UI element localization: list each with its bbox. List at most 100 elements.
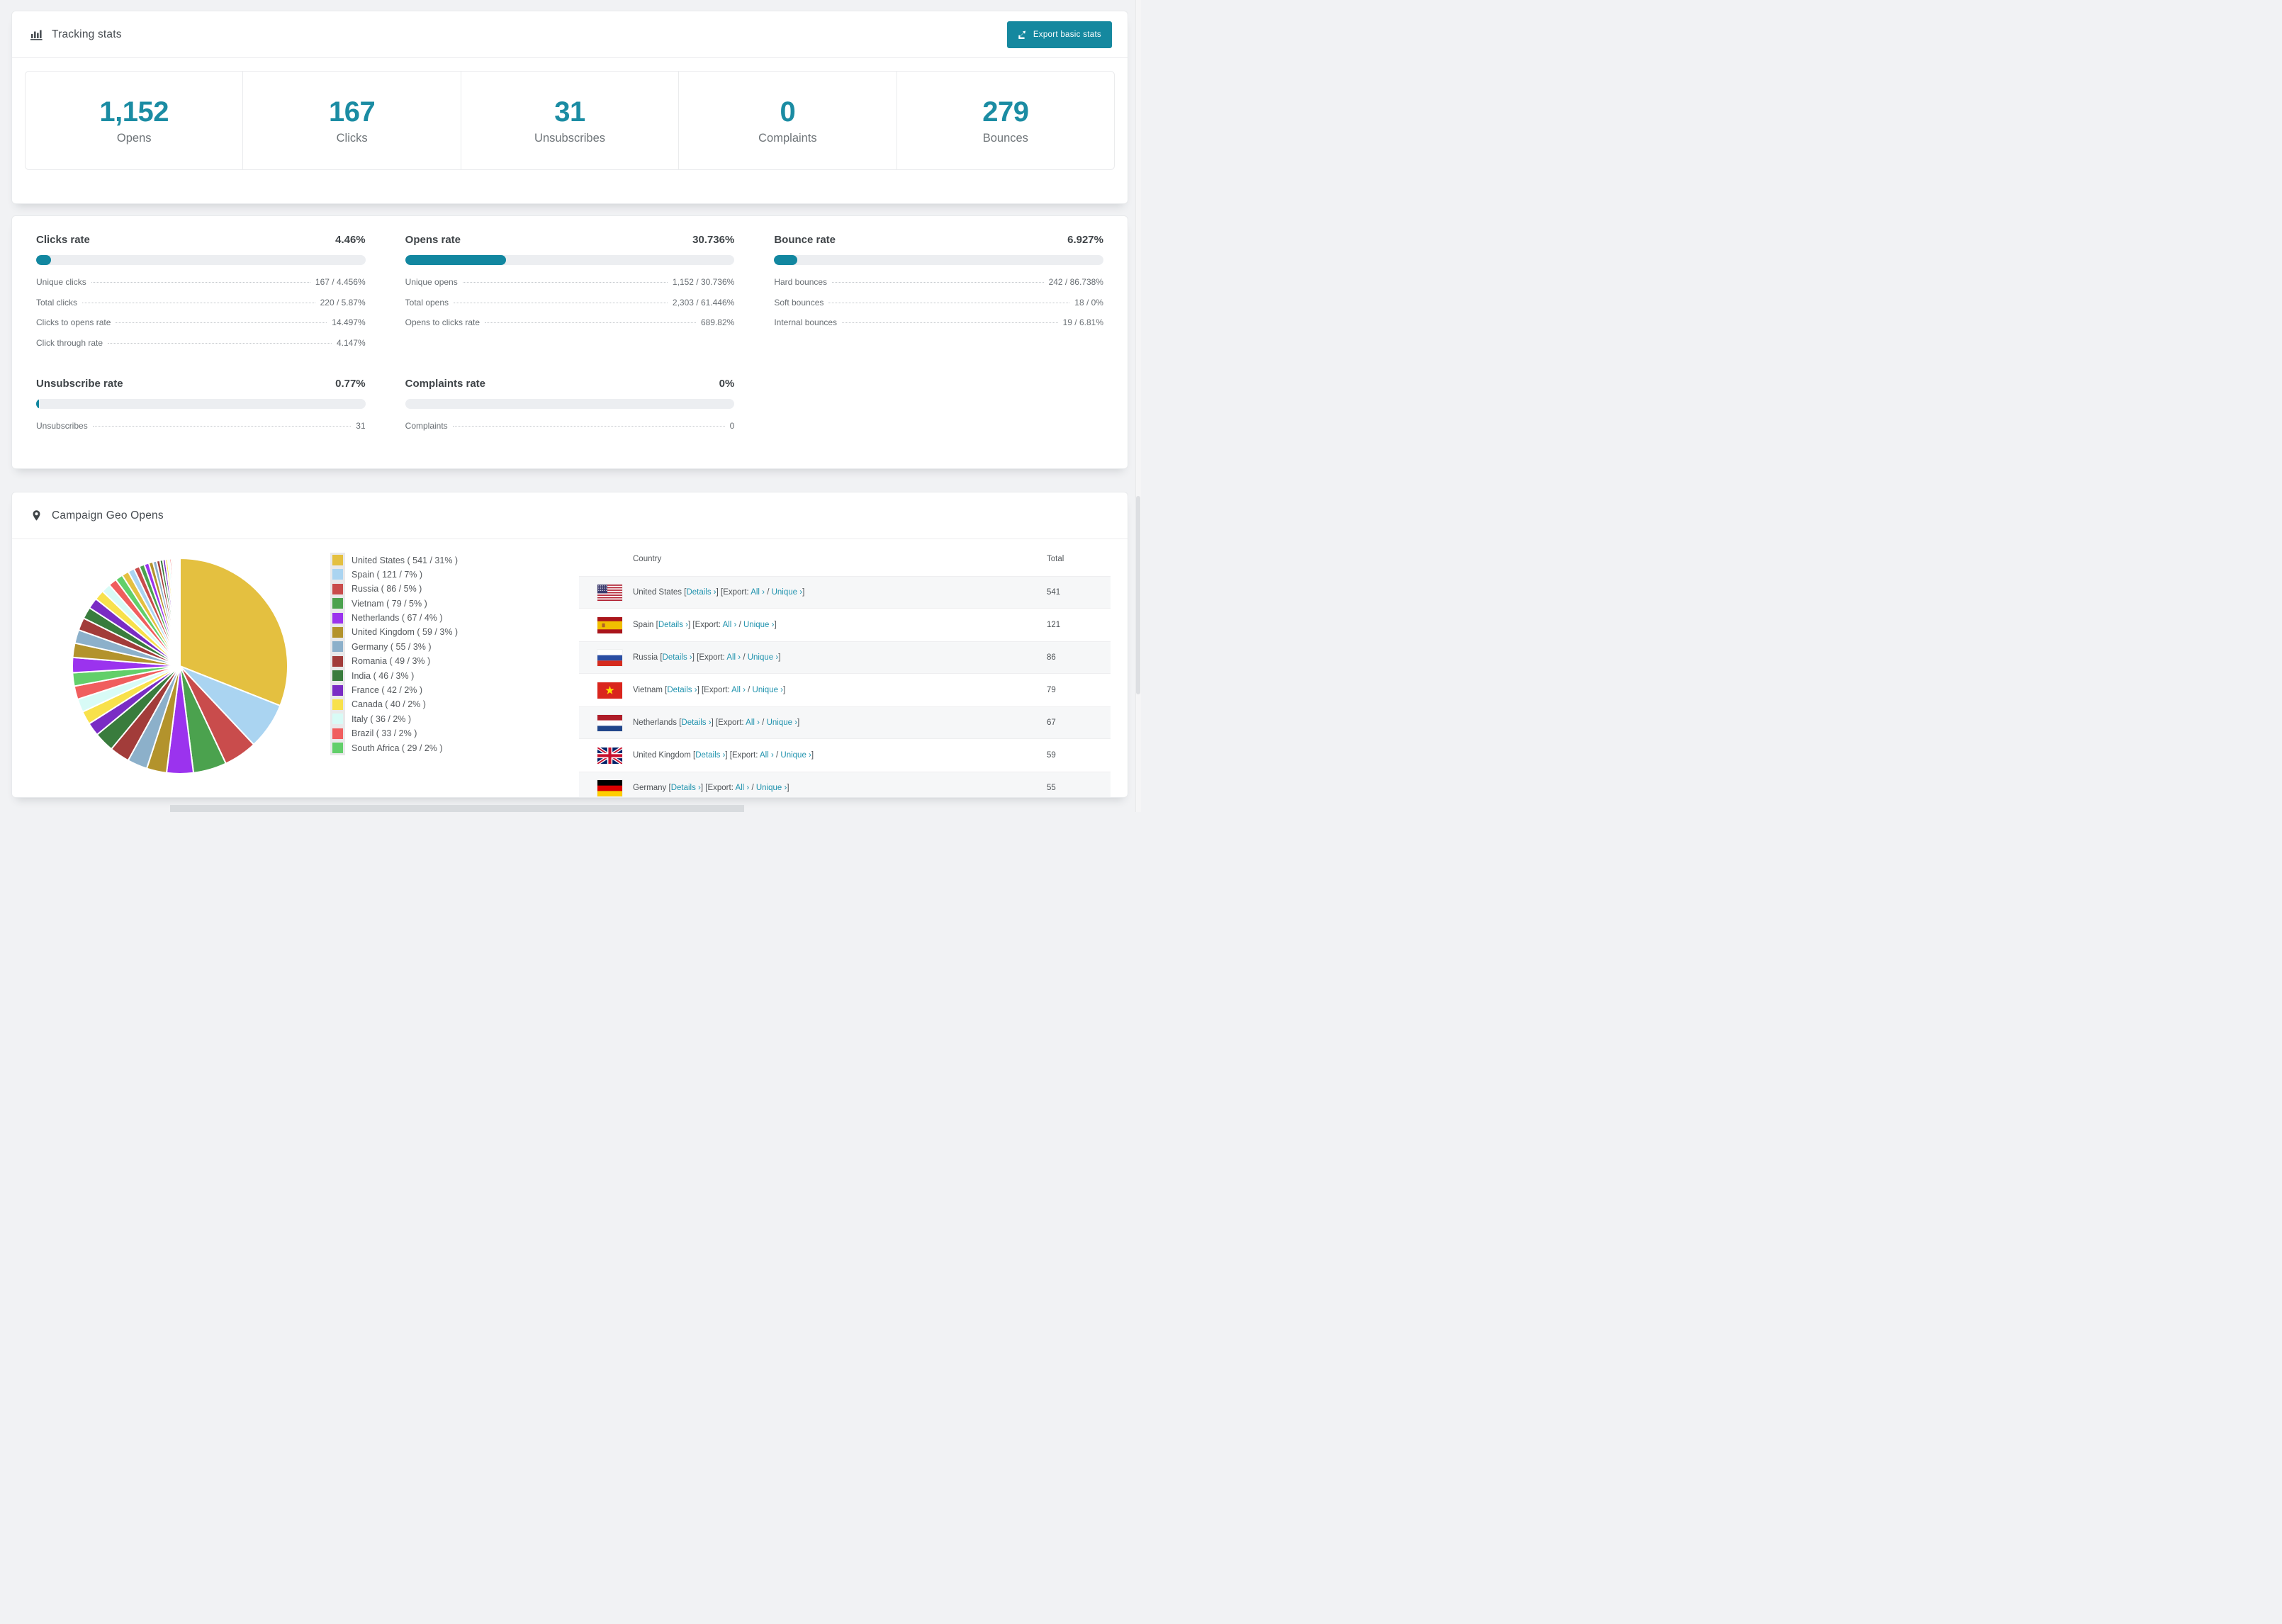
rate-progress-track <box>405 255 735 265</box>
rate-detail-value: 14.497% <box>332 317 366 327</box>
page-scrollbar <box>1135 0 1141 812</box>
rate-detail-label: Hard bounces <box>774 277 828 287</box>
details-link[interactable]: Details › <box>667 686 697 694</box>
legend-item-italy[interactable]: Italy ( 36 / 2% ) <box>330 711 458 727</box>
dotted-leader <box>832 282 1044 283</box>
rate-detail-row: Total clicks 220 / 5.87% <box>36 298 366 318</box>
legend-color-chip <box>330 653 345 669</box>
legend-item-india[interactable]: India ( 46 / 3% ) <box>330 668 458 684</box>
stat-value: 31 <box>554 96 585 128</box>
country-cell: Russia [Details ›] [Export: All › / Uniq… <box>633 653 781 662</box>
rate-detail-row: Soft bounces 18 / 0% <box>774 298 1103 318</box>
column-header-country: Country <box>633 555 662 563</box>
legend-label: Netherlands ( 67 / 4% ) <box>352 613 443 624</box>
legend-label: Spain ( 121 / 7% ) <box>352 569 423 580</box>
legend-color-chip <box>330 610 345 626</box>
rate-detail-row: Unique clicks 167 / 4.456% <box>36 277 366 298</box>
legend-label: Russia ( 86 / 5% ) <box>352 584 422 594</box>
export-all-link[interactable]: All › <box>751 588 765 597</box>
legend-item-vietnam[interactable]: Vietnam ( 79 / 5% ) <box>330 596 458 611</box>
rate-progress-fill <box>405 255 507 265</box>
stat-card-unsubscribes: 31 Unsubscribes <box>460 72 678 169</box>
stat-card-complaints: 0 Complaints <box>678 72 896 169</box>
page-title: Tracking stats <box>52 28 122 40</box>
export-icon <box>1018 30 1025 39</box>
legend-color-chip <box>330 596 345 611</box>
geo-title: Campaign Geo Opens <box>52 509 164 521</box>
export-unique-link[interactable]: Unique › <box>753 686 783 694</box>
rate-progress-track <box>36 399 366 409</box>
export-unique-link[interactable]: Unique › <box>780 751 811 760</box>
legend-label: Germany ( 55 / 3% ) <box>352 641 432 652</box>
rate-progress-track <box>774 255 1103 265</box>
details-link[interactable]: Details › <box>681 718 711 727</box>
legend-item-france[interactable]: France ( 42 / 2% ) <box>330 682 458 698</box>
rate-detail-value: 220 / 5.87% <box>320 297 366 308</box>
country-cell: United States [Details ›] [Export: All ›… <box>633 588 805 597</box>
export-unique-link[interactable]: Unique › <box>767 718 797 727</box>
legend-item-spain[interactable]: Spain ( 121 / 7% ) <box>330 567 458 582</box>
legend-item-russia[interactable]: Russia ( 86 / 5% ) <box>330 581 458 597</box>
rate-detail-value: 31 <box>356 421 366 431</box>
export-unique-link[interactable]: Unique › <box>756 784 787 792</box>
rate-percent: 4.46% <box>335 234 366 246</box>
country-cell: United Kingdom [Details ›] [Export: All … <box>633 751 814 760</box>
stat-value: 167 <box>328 96 376 128</box>
export-all-link[interactable]: All › <box>760 751 774 760</box>
export-basic-stats-button[interactable]: Export basic stats <box>1006 21 1112 48</box>
total-cell: 55 <box>1047 784 1056 792</box>
flag-icon-vn <box>597 682 622 699</box>
details-link[interactable]: Details › <box>658 621 688 629</box>
dotted-leader <box>452 426 725 427</box>
dotted-leader <box>91 282 310 283</box>
export-unique-link[interactable]: Unique › <box>772 588 802 597</box>
flag-icon-nl <box>597 714 622 731</box>
rate-detail-label: Click through rate <box>36 337 103 348</box>
rate-title: Bounce rate <box>774 234 836 246</box>
flag-icon-ru <box>597 649 622 666</box>
bar-chart-icon <box>30 28 43 40</box>
legend-item-south-africa[interactable]: South Africa ( 29 / 2% ) <box>330 740 458 756</box>
export-all-link[interactable]: All › <box>735 784 749 792</box>
rate-percent: 30.736% <box>692 234 735 246</box>
export-all-link[interactable]: All › <box>726 653 741 662</box>
export-all-link[interactable]: All › <box>723 621 737 629</box>
rate-detail-label: Unsubscribes <box>36 421 88 431</box>
legend-item-united-kingdom[interactable]: United Kingdom ( 59 / 3% ) <box>330 624 458 640</box>
rate-detail-value: 2,303 / 61.446% <box>672 297 735 308</box>
legend-item-brazil[interactable]: Brazil ( 33 / 2% ) <box>330 726 458 741</box>
geo-table-row-es: Spain [Details ›] [Export: All › / Uniqu… <box>579 609 1111 641</box>
legend-color-chip <box>330 668 345 684</box>
stat-card-clicks: 167 Clicks <box>242 72 460 169</box>
legend-label: Vietnam ( 79 / 5% ) <box>352 598 427 609</box>
rate-detail-value: 167 / 4.456% <box>315 277 366 287</box>
rate-detail-row: Click through rate 4.147% <box>36 338 366 359</box>
legend-item-canada[interactable]: Canada ( 40 / 2% ) <box>330 697 458 712</box>
details-link[interactable]: Details › <box>695 751 725 760</box>
rate-detail-label: Soft bounces <box>774 297 824 308</box>
stats-summary-row: 1,152 Opens 167 Clicks 31 Unsubscribes 0 Co… <box>25 71 1115 170</box>
total-cell: 59 <box>1047 751 1056 760</box>
export-unique-link[interactable]: Unique › <box>743 621 774 629</box>
stat-value: 0 <box>780 96 796 128</box>
details-link[interactable]: Details › <box>671 784 701 792</box>
legend-label: Brazil ( 33 / 2% ) <box>352 728 417 739</box>
stat-label: Unsubscribes <box>534 131 605 145</box>
legend-item-romania[interactable]: Romania ( 49 / 3% ) <box>330 653 458 669</box>
details-link[interactable]: Details › <box>663 653 692 662</box>
flag-icon-de <box>597 779 622 796</box>
rate-detail-label: Internal bounces <box>774 317 838 327</box>
details-link[interactable]: Details › <box>686 588 716 597</box>
rate-detail-row: Internal bounces 19 / 6.81% <box>774 317 1103 338</box>
export-all-link[interactable]: All › <box>731 686 746 694</box>
rate-detail-label: Clicks to opens rate <box>36 317 111 327</box>
export-unique-link[interactable]: Unique › <box>748 653 778 662</box>
scrollbar-thumb[interactable] <box>1136 496 1140 694</box>
legend-item-germany[interactable]: Germany ( 55 / 3% ) <box>330 639 458 655</box>
legend-item-netherlands[interactable]: Netherlands ( 67 / 4% ) <box>330 610 458 626</box>
export-all-link[interactable]: All › <box>746 718 760 727</box>
total-cell: 541 <box>1047 588 1061 597</box>
legend-item-united-states[interactable]: United States ( 541 / 31% ) <box>330 553 458 568</box>
rate-detail-row: Unique opens 1,152 / 30.736% <box>405 277 735 298</box>
column-header-total: Total <box>1047 555 1064 563</box>
